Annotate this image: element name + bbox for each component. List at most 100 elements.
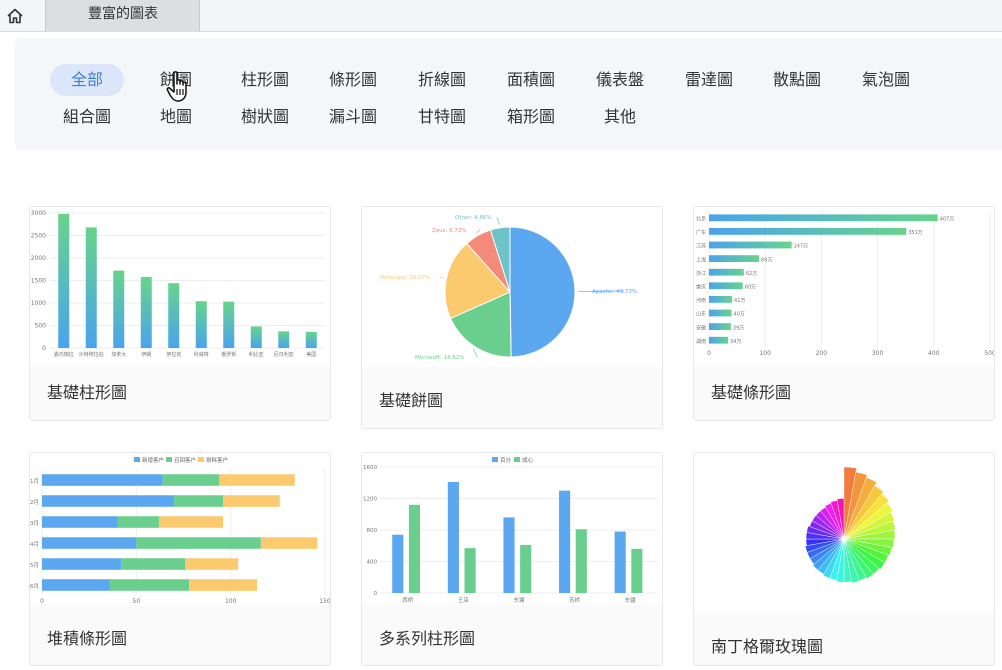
bar <box>113 270 125 348</box>
data-label: 39万 <box>733 325 744 331</box>
label-line <box>476 229 481 234</box>
x-tick-label: 200 <box>816 350 828 357</box>
slice-label: Apache: 49.73% <box>592 289 637 295</box>
x-tick-label: 加拿大 <box>111 351 126 358</box>
data-label: 41万 <box>734 298 745 304</box>
chart-card-nightingale-rose[interactable]: 南丁格爾玫瑰圖 <box>693 452 995 666</box>
bar <box>709 336 729 344</box>
filter-6[interactable]: 儀表盤 <box>580 64 660 96</box>
filter-1[interactable]: 餅圖 <box>136 64 216 96</box>
filter-10[interactable]: 組合圖 <box>47 101 127 133</box>
filter-4[interactable]: 折線圖 <box>402 64 482 96</box>
y-tick-label: 重庆 <box>696 284 706 291</box>
y-tick-label: 河南 <box>696 297 706 304</box>
legend-label: 新增客户 <box>142 456 164 464</box>
bar <box>305 331 317 348</box>
chart-card-basic-bar[interactable]: 0 100 200 300 400 500 北京 407万广东 351万江苏 147万上海 89万浙… <box>693 206 995 421</box>
x-tick-label: 美国 <box>306 351 316 358</box>
bar <box>447 481 459 593</box>
bar-segment <box>223 495 280 507</box>
card-title: 基礎餅圖 <box>379 391 444 410</box>
y-tick-label: 1000 <box>31 300 46 307</box>
bar <box>278 331 290 348</box>
data-label: 147万 <box>794 244 809 250</box>
chart-card-multi-series-column[interactable]: 百分 成心 0 400 800 1200 1600 西桥 王店 东塘 苏桥 东疆 多系列柱形圖 <box>361 452 663 666</box>
data-label: 34万 <box>730 339 741 345</box>
legend-swatch <box>198 457 204 462</box>
data-label: 407万 <box>940 217 955 223</box>
x-tick-label: 伊朗 <box>141 351 151 358</box>
data-label: 40万 <box>733 312 744 318</box>
bar <box>168 283 180 348</box>
bar <box>140 276 152 348</box>
bar <box>223 301 235 348</box>
card-title: 多系列柱形圖 <box>379 629 476 648</box>
bar <box>614 531 626 593</box>
y-tick-label: 6月 <box>30 583 39 590</box>
x-tick-label: 沙特阿拉伯 <box>79 351 104 358</box>
filter-16[interactable]: 其他 <box>580 101 660 133</box>
bar-segment <box>174 495 224 507</box>
pie-slice <box>509 226 576 358</box>
y-tick-label: 1月 <box>30 478 39 485</box>
filter-13[interactable]: 漏斗圖 <box>313 101 393 133</box>
bar-segment <box>42 558 122 570</box>
slice-label: Other: 4.86% <box>455 215 492 221</box>
y-tick-label: 500 <box>35 323 47 330</box>
filter-12[interactable]: 樹狀圖 <box>225 101 305 133</box>
rose-center <box>841 536 847 542</box>
bar-segment <box>42 495 175 507</box>
label-line <box>439 276 444 279</box>
data-label: 62万 <box>746 271 757 277</box>
x-tick-label: 500 <box>984 350 994 357</box>
x-tick-label: 50 <box>133 598 141 605</box>
filter-15[interactable]: 箱形圖 <box>491 101 571 133</box>
filter-8[interactable]: 散點圖 <box>757 64 837 96</box>
filter-2[interactable]: 柱形圖 <box>225 64 305 96</box>
label-line <box>473 349 478 358</box>
filter-3[interactable]: 條形圖 <box>313 64 393 96</box>
bar <box>709 214 938 222</box>
nightingale-rose-chart-thumbnail <box>694 453 994 613</box>
y-tick-label: 0 <box>374 591 378 597</box>
bar <box>250 326 262 348</box>
tab-rich-charts[interactable]: 豐富的圖表 <box>45 0 200 31</box>
y-tick-label: 0 <box>42 345 46 352</box>
y-tick-label: 800 <box>367 528 378 534</box>
bar <box>408 504 421 593</box>
bar <box>631 548 643 593</box>
bar <box>520 544 532 593</box>
basic-column-chart-thumbnail: 0 500 1000 1500 2000 2500 3000 委内瑞拉 沙特阿拉伯 加拿大 伊朗 伊拉… <box>30 207 330 367</box>
x-tick-label: 东塘 <box>513 596 525 604</box>
chart-card-basic-pie[interactable]: Apache: 49.73% Microsoft: 18.62% Netscape:… <box>361 206 663 429</box>
chart-card-basic-column[interactable]: 0 500 1000 1500 2000 2500 3000 委内瑞拉 沙特阿拉伯 加拿大 伊朗 伊拉… <box>29 206 331 421</box>
y-tick-label: 安徽 <box>696 324 706 331</box>
filter-9[interactable]: 氣泡圖 <box>846 64 926 96</box>
filter-11[interactable]: 地圖 <box>136 101 216 133</box>
bar-segment <box>117 516 159 528</box>
y-tick-label: 浙江 <box>696 270 706 277</box>
x-tick-label: 150 <box>319 598 330 605</box>
chart-card-stacked-bar[interactable]: 新增客户 召回客户 损耗客户 0 50 100 150 1月 2月 3月 4月 5月 6月 堆積條形圖 <box>29 452 331 666</box>
x-tick-label: 俄罗斯 <box>221 351 236 358</box>
filter-5[interactable]: 面積圖 <box>491 64 571 96</box>
x-tick-label: 100 <box>225 598 237 605</box>
bar-segment <box>42 579 110 591</box>
legend-swatch <box>492 457 498 462</box>
slice-label: Zeus: 6.73% <box>432 228 467 234</box>
x-tick-label: 400 <box>928 350 940 357</box>
bar <box>709 296 733 303</box>
bar-segment <box>121 558 186 570</box>
bar <box>464 548 476 593</box>
filter-14[interactable]: 甘特圖 <box>402 101 482 133</box>
stacked-bar-chart-thumbnail: 新增客户 召回客户 损耗客户 0 50 100 150 1月 2月 3月 4月 5月 6月 <box>30 453 330 605</box>
filter-7[interactable]: 雷達圖 <box>669 64 749 96</box>
home-button[interactable] <box>0 0 30 31</box>
bar <box>709 228 907 235</box>
legend-swatch <box>166 457 172 462</box>
bar-segment <box>136 537 261 549</box>
legend-label: 召回客户 <box>174 456 196 464</box>
filter-0[interactable]: 全部 <box>50 64 124 96</box>
x-tick-label: 利比亚 <box>249 351 264 358</box>
slice-label: Microsoft: 18.62% <box>415 355 465 361</box>
